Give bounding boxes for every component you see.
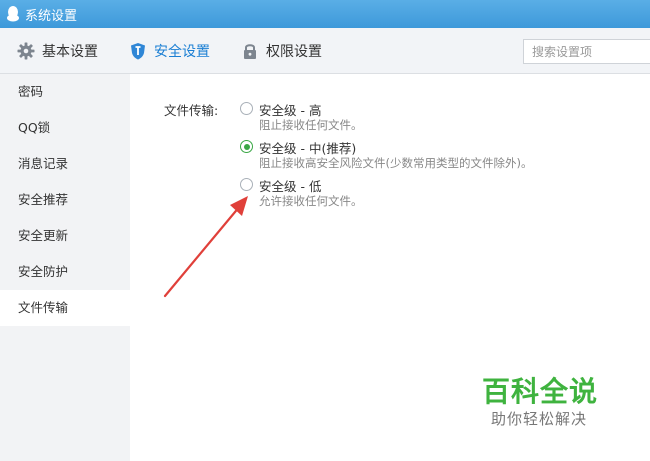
lock-icon xyxy=(241,42,259,60)
radio-security-medium[interactable] xyxy=(240,140,253,153)
sidebar-item-security-protection[interactable]: 安全防护 xyxy=(0,254,130,290)
search-input[interactable] xyxy=(523,39,650,64)
sidebar-item-password[interactable]: 密码 xyxy=(0,74,130,110)
settings-tabs: 基本设置 安全设置 权限设置 xyxy=(0,28,650,74)
annotation-arrow-icon xyxy=(163,196,248,298)
sidebar-item-security-update[interactable]: 安全更新 xyxy=(0,218,130,254)
window-title: 系统设置 xyxy=(25,8,78,24)
file-transfer-label: 文件传输: xyxy=(164,103,219,118)
tab-permission-settings[interactable]: 权限设置 xyxy=(224,28,336,74)
tab-label: 安全设置 xyxy=(154,43,210,60)
tab-basic-settings[interactable]: 基本设置 xyxy=(0,28,112,74)
tab-label: 权限设置 xyxy=(266,43,322,60)
tab-security-settings[interactable]: 安全设置 xyxy=(112,28,224,74)
option-description: 允许接收任何文件。 xyxy=(259,194,363,208)
tab-label: 基本设置 xyxy=(42,43,98,60)
shield-icon xyxy=(129,42,147,60)
watermark: 百科全说 助你轻松解决 xyxy=(478,370,628,430)
option-description: 阻止接收高安全风险文件(少数常用类型的文件除外)。 xyxy=(259,156,533,170)
sidebar-item-security-recommend[interactable]: 安全推荐 xyxy=(0,182,130,218)
sidebar: 密码 QQ锁 消息记录 安全推荐 安全更新 安全防护 文件传输 xyxy=(0,74,130,461)
qq-penguin-icon xyxy=(6,6,20,22)
radio-security-high[interactable] xyxy=(240,102,253,115)
option-description: 阻止接收任何文件。 xyxy=(259,118,363,132)
watermark-title: 百科全说 xyxy=(482,375,599,408)
sidebar-item-file-transfer[interactable]: 文件传输 xyxy=(0,290,130,326)
title-bar: 系统设置 xyxy=(0,0,650,28)
sidebar-item-qq-lock[interactable]: QQ锁 xyxy=(0,110,130,146)
sidebar-item-message-history[interactable]: 消息记录 xyxy=(0,146,130,182)
watermark-subtitle: 助你轻松解决 xyxy=(491,410,588,428)
gear-icon xyxy=(17,42,35,60)
